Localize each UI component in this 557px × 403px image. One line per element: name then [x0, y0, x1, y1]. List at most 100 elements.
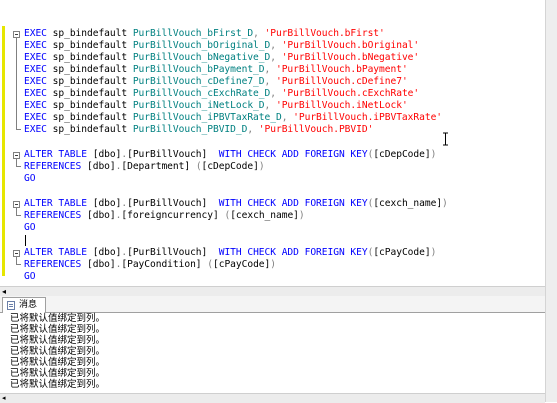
collapse-block-icon[interactable]: [13, 152, 20, 159]
code-token: [dbo]: [87, 259, 116, 270]
code-token: ): [442, 198, 448, 209]
code-line[interactable]: EXEC sp_bindefault PurBillVouch_bOrigina…: [24, 40, 419, 52]
code-line[interactable]: GO: [24, 271, 36, 283]
code-token: WITH CHECK ADD FOREIGN KEY: [218, 198, 368, 209]
outline-end: [16, 129, 21, 130]
code-line[interactable]: EXEC sp_bindefault PurBillVouch_bPayment…: [24, 64, 408, 76]
message-line: 已将默认值绑定到列。: [10, 357, 106, 368]
code-token: PurBillVouch_iPBVTaxRate_D: [132, 112, 282, 123]
code-token: PurBillVouch_iNetLock_D: [132, 100, 265, 111]
results-tabbar: 消息: [0, 296, 545, 313]
code-token: [cDepCode]: [201, 161, 259, 172]
code-token: [PurBillVouch]: [127, 247, 219, 258]
code-token: [cDepCode]: [373, 149, 431, 160]
ibeam-cursor-icon: [443, 132, 448, 146]
code-token: EXEC: [24, 100, 53, 111]
code-token: [PurBillVouch]: [127, 149, 219, 160]
message-line: 已将默认值绑定到列。: [10, 368, 106, 379]
code-token: ,: [270, 52, 282, 63]
code-token: ): [258, 161, 265, 172]
outline-end: [16, 264, 21, 265]
messages-pane[interactable]: 已将默认值绑定到列。 已将默认值绑定到列。 已将默认值绑定到列。 已将默认值绑定…: [0, 313, 545, 393]
code-token: [dbo]: [92, 198, 122, 209]
code-token: ): [430, 149, 437, 160]
text-caret: [25, 235, 26, 246]
code-line[interactable]: REFERENCES [dbo].[PayCondition] ([cPayCo…: [24, 259, 276, 271]
code-token: PurBillVouch_cDefine7_D: [132, 76, 265, 87]
outline-line: [16, 257, 17, 264]
code-line[interactable]: ALTER TABLE [dbo].[PurBillVouch] WITH CH…: [24, 198, 448, 210]
code-token: WITH CHECK ADD FOREIGN KEY: [218, 149, 368, 160]
tab-messages[interactable]: 消息: [2, 297, 46, 313]
vertical-scrollbar[interactable]: [545, 0, 557, 402]
code-token: sp_bindefault: [52, 40, 133, 51]
code-token: EXEC: [24, 88, 53, 99]
outline-line: [16, 159, 17, 166]
code-token: sp_bindefault: [52, 28, 133, 39]
code-token: [cexch_name]: [230, 210, 299, 221]
code-token: sp_bindefault: [52, 88, 133, 99]
code-token: WITH CHECK ADD FOREIGN KEY: [218, 247, 368, 258]
code-token: [dbo]: [87, 161, 116, 172]
code-line[interactable]: REFERENCES [dbo].[foreigncurrency] ([cex…: [24, 210, 305, 222]
scroll-left-arrow-icon[interactable]: ◂: [2, 288, 6, 296]
message-line: 已将默认值绑定到列。: [10, 335, 106, 346]
code-token: [PayCondition]: [121, 259, 208, 270]
code-line[interactable]: GO: [24, 222, 36, 234]
code-token: ,: [253, 28, 265, 39]
code-line[interactable]: REFERENCES [dbo].[Department] ([cDepCode…: [24, 161, 265, 173]
message-line: 已将默认值绑定到列。: [10, 379, 106, 390]
sql-editor[interactable]: EXEC sp_bindefault PurBillVouch_bFirst_D…: [0, 0, 545, 287]
code-token: GO: [24, 222, 36, 233]
code-token: PurBillVouch_PBVID_D: [132, 124, 248, 135]
code-token: PurBillVouch_cExchRate_D: [132, 88, 271, 99]
code-line[interactable]: EXEC sp_bindefault PurBillVouch_iNetLock…: [24, 100, 408, 112]
code-line[interactable]: ALTER TABLE [dbo].[PurBillVouch] WITH CH…: [24, 149, 436, 161]
code-token: [cPayCode]: [373, 247, 431, 258]
code-token: [cexch_name]: [373, 198, 443, 209]
code-token: sp_bindefault: [52, 52, 133, 63]
code-token: [Department]: [121, 161, 196, 172]
code-line[interactable]: GO: [24, 173, 36, 185]
code-token: GO: [24, 173, 36, 184]
code-token: 'PurBillVouch.iNetLock': [275, 100, 408, 111]
code-token: 'PurBillVouch.bNegative': [281, 52, 420, 63]
code-token: ): [298, 210, 305, 221]
code-line[interactable]: EXEC sp_bindefault PurBillVouch_bFirst_D…: [24, 28, 385, 40]
code-token: [foreigncurrency]: [121, 210, 225, 221]
code-line[interactable]: EXEC sp_bindefault PurBillVouch_PBVID_D,…: [24, 124, 373, 136]
collapse-block-icon[interactable]: [13, 250, 20, 257]
outline-line: [16, 38, 17, 129]
code-token: ALTER TABLE: [24, 198, 93, 209]
code-token: ,: [264, 100, 276, 111]
code-token: 'PurBillVouch.bPayment': [275, 64, 408, 75]
code-line[interactable]: EXEC sp_bindefault PurBillVouch_cDefine7…: [24, 76, 408, 88]
code-token: EXEC: [24, 124, 53, 135]
code-token: 'PurBillVouch.PBVID': [258, 124, 374, 135]
code-token: EXEC: [24, 112, 53, 123]
code-token: EXEC: [24, 52, 53, 63]
code-token: EXEC: [24, 76, 53, 87]
code-token: PurBillVouch_bFirst_D: [132, 28, 254, 39]
code-token: ,: [264, 64, 276, 75]
code-token: ): [430, 247, 437, 258]
outline-line: [16, 208, 17, 215]
code-token: EXEC: [24, 64, 53, 75]
code-token: PurBillVouch_bOriginal_D: [132, 40, 271, 51]
message-line: 已将默认值绑定到列。: [10, 313, 106, 324]
code-token: [dbo]: [87, 210, 116, 221]
code-token: REFERENCES: [24, 161, 87, 172]
code-line[interactable]: EXEC sp_bindefault PurBillVouch_cExchRat…: [24, 88, 419, 100]
code-line[interactable]: EXEC sp_bindefault PurBillVouch_bNegativ…: [24, 52, 419, 64]
code-token: ,: [270, 40, 282, 51]
code-token: sp_bindefault: [52, 76, 133, 87]
code-token: GO: [24, 271, 36, 282]
code-line[interactable]: EXEC sp_bindefault PurBillVouch_iPBVTaxR…: [24, 112, 442, 124]
code-line[interactable]: ALTER TABLE [dbo].[PurBillVouch] WITH CH…: [24, 247, 436, 259]
collapse-block-icon[interactable]: [13, 31, 20, 38]
scroll-left-arrow-icon[interactable]: ◂: [2, 394, 6, 402]
outline-end: [16, 215, 21, 216]
code-token: 'PurBillVouch.cDefine7': [275, 76, 408, 87]
collapse-block-icon[interactable]: [13, 201, 20, 208]
code-token: sp_bindefault: [52, 64, 133, 75]
